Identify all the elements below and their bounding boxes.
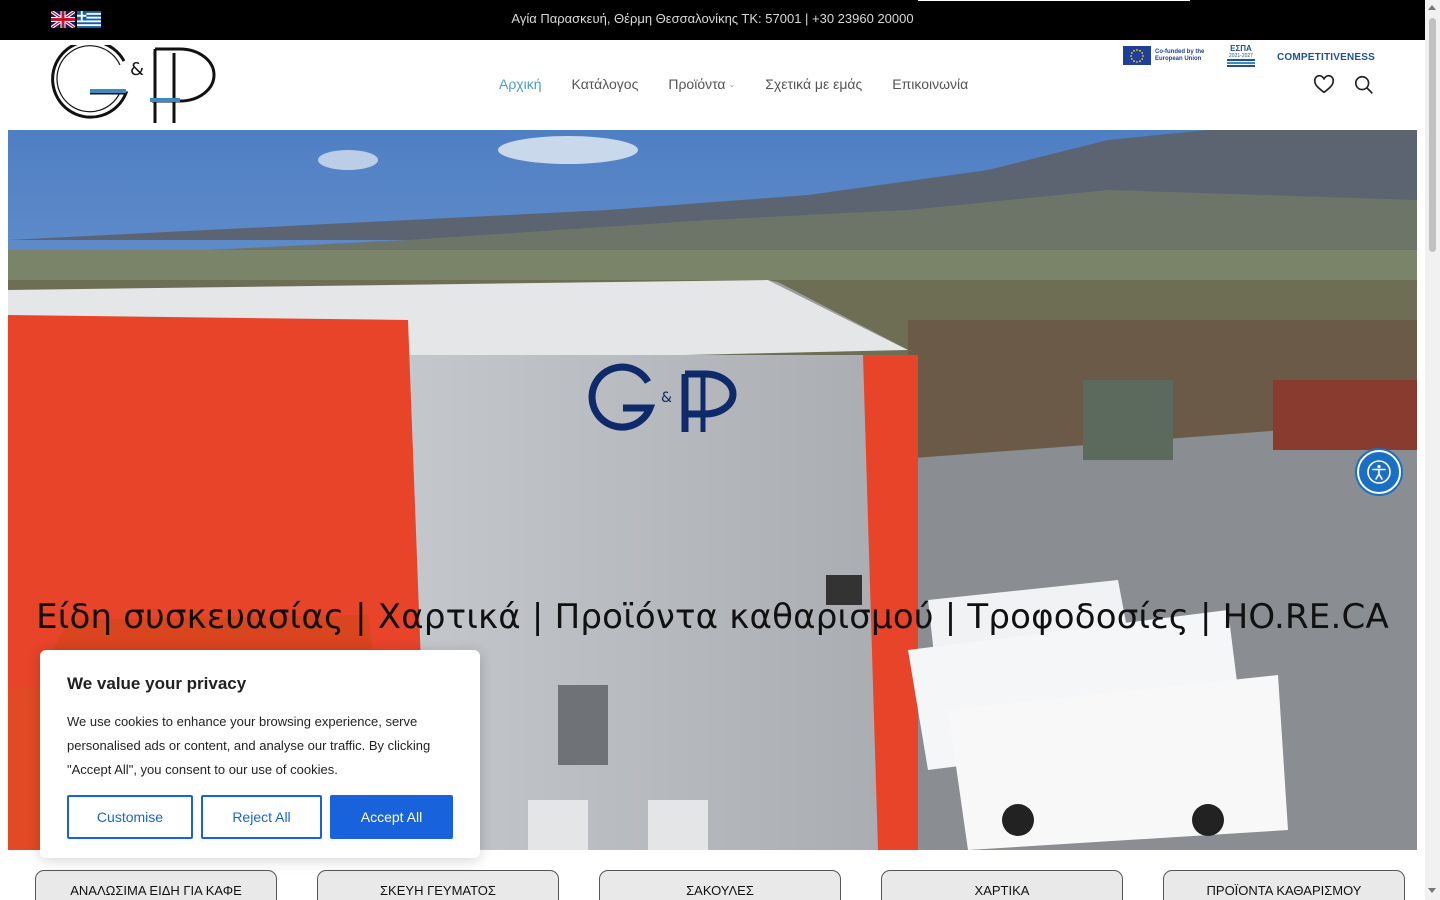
svg-text:&: & bbox=[130, 59, 144, 80]
cookie-actions: Customise Reject All Accept All bbox=[67, 795, 453, 839]
scroll-down-icon[interactable] bbox=[1428, 888, 1436, 893]
category-cleaning[interactable]: ΠΡΟΪΟΝΤΑ ΚΑΘΑΡΙΣΜΟΥ bbox=[1163, 870, 1405, 900]
competitiveness-logo: COMPETITIVENESS bbox=[1277, 51, 1376, 63]
accessibility-button[interactable] bbox=[1357, 450, 1401, 494]
page: Αγία Παρασκευή, Θέρμη Θεσσαλονίκης ΤΚ: 5… bbox=[0, 0, 1440, 900]
eu-cofunded-logo: Co-funded by the European Union bbox=[1123, 46, 1215, 65]
funding-logos: Co-funded by the European Union ΕΣΠΑ 202… bbox=[1123, 44, 1375, 67]
accept-all-button[interactable]: Accept All bbox=[330, 795, 453, 839]
nav-contact[interactable]: Επικοινωνία bbox=[892, 76, 968, 92]
top-bar: Αγία Παρασκευή, Θέρμη Θεσσαλονίκης ΤΚ: 5… bbox=[0, 0, 1425, 40]
scroll-up-icon[interactable] bbox=[1428, 5, 1436, 10]
customise-button[interactable]: Customise bbox=[67, 795, 193, 839]
reject-all-button[interactable]: Reject All bbox=[201, 795, 322, 839]
cookie-text: We use cookies to enhance your browsing … bbox=[67, 714, 431, 777]
nav-products[interactable]: Προϊόντα ⌄ bbox=[668, 76, 735, 92]
hero-title: Είδη συσκευασίας | Χαρτικά | Προϊόντα κα… bbox=[36, 597, 1389, 637]
category-coffee-consumables[interactable]: ΑΝΑΛΩΣΙΜΑ ΕΙΔΗ ΓΙΑ ΚΑΦΕ bbox=[35, 870, 277, 900]
category-bags[interactable]: ΣΑΚΟΥΛΕΣ bbox=[599, 870, 841, 900]
svg-text:&: & bbox=[661, 390, 672, 406]
nav-catalog[interactable]: Κατάλογος bbox=[572, 76, 639, 92]
category-bar: ΑΝΑΛΩΣΙΜΑ ΕΙΔΗ ΓΙΑ ΚΑΦΕ ΣΚΕΥΗ ΓΕΥΜΑΤΟΣ Σ… bbox=[0, 870, 1425, 900]
page-scrollbar[interactable] bbox=[1425, 0, 1440, 900]
cookie-banner: We value your privacy We use cookies to … bbox=[40, 650, 480, 858]
category-paper[interactable]: ΧΑΡΤΙΚΑ bbox=[881, 870, 1123, 900]
nav-home[interactable]: Αρχική bbox=[499, 76, 542, 92]
header-actions bbox=[1313, 74, 1375, 96]
accessibility-icon bbox=[1367, 460, 1391, 484]
search-icon[interactable] bbox=[1353, 74, 1375, 96]
contact-address: Αγία Παρασκευή, Θέρμη Θεσσαλονίκης ΤΚ: 5… bbox=[511, 11, 914, 26]
main-navigation: Αρχική Κατάλογος Προϊόντα ⌄ Σχετικά με εμ… bbox=[499, 76, 968, 92]
espa-stripes-icon bbox=[1227, 59, 1255, 67]
site-header: & Αρχική Κατάλογος Προϊόντα ⌄ Σχετικά με … bbox=[0, 40, 1425, 130]
top-divider bbox=[918, 0, 1190, 1]
cookie-title: We value your privacy bbox=[67, 674, 247, 693]
category-tableware[interactable]: ΣΚΕΥΗ ΓΕΥΜΑΤΟΣ bbox=[317, 870, 559, 900]
espa-logo: ΕΣΠΑ 2021-2027 bbox=[1227, 44, 1255, 67]
eu-flag-icon bbox=[1123, 46, 1151, 65]
scroll-thumb[interactable] bbox=[1429, 18, 1436, 252]
nav-about[interactable]: Σχετικά με εμάς bbox=[765, 76, 862, 92]
gp-logo[interactable]: & bbox=[50, 45, 218, 127]
chevron-down-icon: ⌄ bbox=[728, 79, 736, 89]
heart-icon[interactable] bbox=[1313, 74, 1335, 96]
